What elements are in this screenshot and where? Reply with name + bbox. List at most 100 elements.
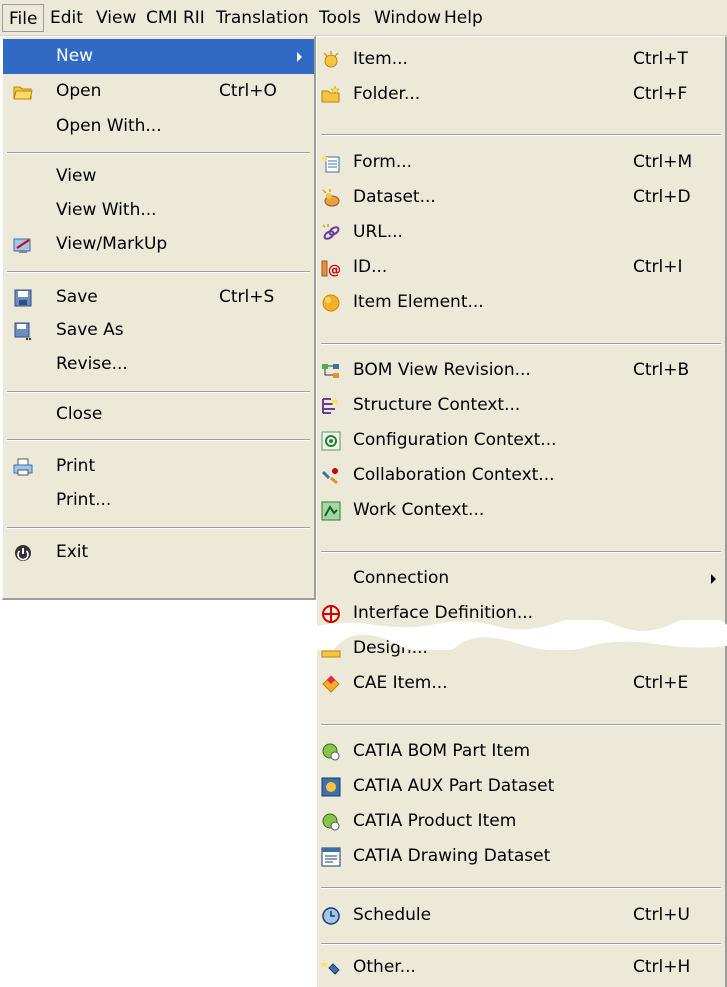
shortcut-label: Ctrl+F — [633, 84, 688, 104]
shortcut-label: Ctrl+H — [633, 957, 691, 977]
bom-view-icon — [322, 364, 339, 378]
menu-item-catia-aux-part-dataset[interactable]: CATIA AUX Part Dataset — [317, 769, 725, 804]
menu-item-view[interactable]: View — [3, 159, 314, 194]
menu-cmi-rii[interactable]: CMI RII — [140, 4, 211, 32]
menu-item-id[interactable]: @ ID... Ctrl+I — [317, 250, 725, 285]
menu-item-view-markup[interactable]: View/MarkUp — [3, 227, 314, 262]
menu-item-print[interactable]: Print — [3, 449, 314, 484]
shortcut-label: Ctrl+D — [633, 187, 691, 207]
configuration-context-icon — [321, 431, 341, 451]
menu-separator — [321, 724, 721, 726]
menu-item-label: Print — [56, 456, 96, 476]
menu-item-label: Item... — [353, 49, 408, 69]
dataset-icon — [322, 189, 340, 207]
menu-separator — [7, 439, 310, 441]
menu-item-form[interactable]: Form... Ctrl+M — [317, 145, 725, 180]
menu-separator — [321, 551, 721, 553]
form-icon — [321, 154, 340, 173]
item-icon — [323, 51, 339, 68]
save-icon — [14, 289, 32, 307]
open-folder-icon — [13, 86, 33, 100]
shortcut-label: Ctrl+E — [633, 673, 689, 693]
menu-item-revise[interactable]: Revise... — [3, 347, 314, 382]
cae-item-icon — [322, 675, 340, 693]
menu-item-view-with[interactable]: View With... — [3, 193, 314, 228]
menu-item-label: Collaboration Context... — [353, 465, 555, 485]
folder-icon — [321, 85, 340, 103]
menu-separator — [321, 943, 721, 945]
menu-item-structure-context[interactable]: Structure Context... — [317, 388, 725, 423]
menu-item-label: Save As — [56, 320, 124, 340]
menu-help[interactable]: Help — [438, 4, 489, 32]
menu-item-collaboration-context[interactable]: Collaboration Context... — [317, 458, 725, 493]
file-menu: New Open Ctrl+O Open With... View View W… — [2, 36, 316, 600]
menu-item-label: View/MarkUp — [56, 234, 168, 254]
menu-bar: File Edit View CMI RII Translation Tools… — [0, 0, 727, 36]
menu-item-item[interactable]: Item... Ctrl+T — [317, 42, 725, 77]
new-submenu: Item... Ctrl+T Folder... Ctrl+F Form... … — [316, 36, 727, 987]
svg-text:@: @ — [328, 263, 341, 278]
menu-item-label: URL... — [353, 222, 403, 242]
menu-item-label: Work Context... — [353, 500, 485, 520]
menu-item-configuration-context[interactable]: Configuration Context... — [317, 423, 725, 458]
menu-item-bom-view-revision[interactable]: BOM View Revision... Ctrl+B — [317, 353, 725, 388]
menu-item-open[interactable]: Open Ctrl+O — [3, 74, 314, 109]
menu-item-new[interactable]: New — [3, 39, 314, 74]
work-context-icon — [321, 501, 341, 521]
menu-item-item-element[interactable]: Item Element... — [317, 285, 725, 320]
menu-item-dataset[interactable]: Dataset... Ctrl+D — [317, 180, 725, 215]
save-as-icon — [14, 322, 31, 340]
menu-file[interactable]: File — [2, 4, 45, 32]
menu-item-catia-product-item[interactable]: CATIA Product Item — [317, 804, 725, 839]
menu-item-url[interactable]: URL... — [317, 215, 725, 250]
submenu-arrow-icon — [711, 574, 716, 584]
menu-item-label: New — [56, 46, 94, 66]
menu-item-label: CATIA BOM Part Item — [353, 741, 531, 761]
printer-icon — [13, 458, 33, 476]
menu-separator — [7, 152, 310, 154]
menu-edit[interactable]: Edit — [44, 4, 89, 32]
catia-aux-part-icon — [321, 777, 341, 797]
menu-item-label: Print... — [56, 490, 112, 510]
menu-item-cae-item[interactable]: CAE Item... Ctrl+E — [317, 666, 725, 701]
view-markup-icon — [13, 238, 31, 253]
menu-item-save-as[interactable]: Save As — [3, 313, 314, 348]
menu-tools[interactable]: Tools — [313, 4, 367, 32]
menu-item-schedule[interactable]: Schedule Ctrl+U — [317, 898, 725, 933]
menu-item-label: Folder... — [353, 84, 421, 104]
shortcut-label: Ctrl+I — [633, 257, 683, 277]
catia-product-icon — [322, 813, 340, 831]
menu-item-work-context[interactable]: Work Context... — [317, 493, 725, 528]
menu-view[interactable]: View — [90, 4, 142, 32]
menu-item-label: View With... — [56, 200, 157, 220]
menu-item-label: Close — [56, 404, 103, 424]
menu-item-label: CATIA AUX Part Dataset — [353, 776, 555, 796]
menu-item-folder[interactable]: Folder... Ctrl+F — [317, 77, 725, 112]
item-element-icon — [322, 294, 340, 312]
menu-translation[interactable]: Translation — [210, 4, 315, 32]
menu-item-catia-bom-part-item[interactable]: CATIA BOM Part Item — [317, 734, 725, 769]
menu-item-label: Connection — [353, 568, 450, 588]
menu-item-connection[interactable]: Connection — [317, 561, 725, 596]
menu-item-print-dialog[interactable]: Print... — [3, 483, 314, 518]
menu-item-exit[interactable]: Exit — [3, 535, 314, 570]
menu-separator — [7, 271, 310, 273]
menu-item-label: View — [56, 166, 97, 186]
menu-item-label: Other... — [353, 957, 416, 977]
menu-item-label: Open With... — [56, 116, 162, 136]
menu-item-other[interactable]: Other... Ctrl+H — [317, 950, 725, 985]
exit-icon — [15, 545, 31, 561]
menu-item-label: BOM View Revision... — [353, 360, 531, 380]
menu-item-close[interactable]: Close — [3, 397, 314, 432]
menu-item-label: Item Element... — [353, 292, 484, 312]
menu-separator — [7, 391, 310, 393]
shortcut-label: Ctrl+O — [219, 81, 277, 101]
menu-item-label: ID... — [353, 257, 388, 277]
shortcut-label: Ctrl+T — [633, 49, 688, 69]
menu-item-save[interactable]: Save Ctrl+S — [3, 280, 314, 315]
menu-window[interactable]: Window — [368, 4, 447, 32]
other-icon — [321, 960, 340, 975]
menu-item-catia-drawing-dataset[interactable]: CATIA Drawing Dataset — [317, 839, 725, 874]
submenu-arrow-icon — [297, 52, 302, 62]
menu-item-open-with[interactable]: Open With... — [3, 109, 314, 144]
